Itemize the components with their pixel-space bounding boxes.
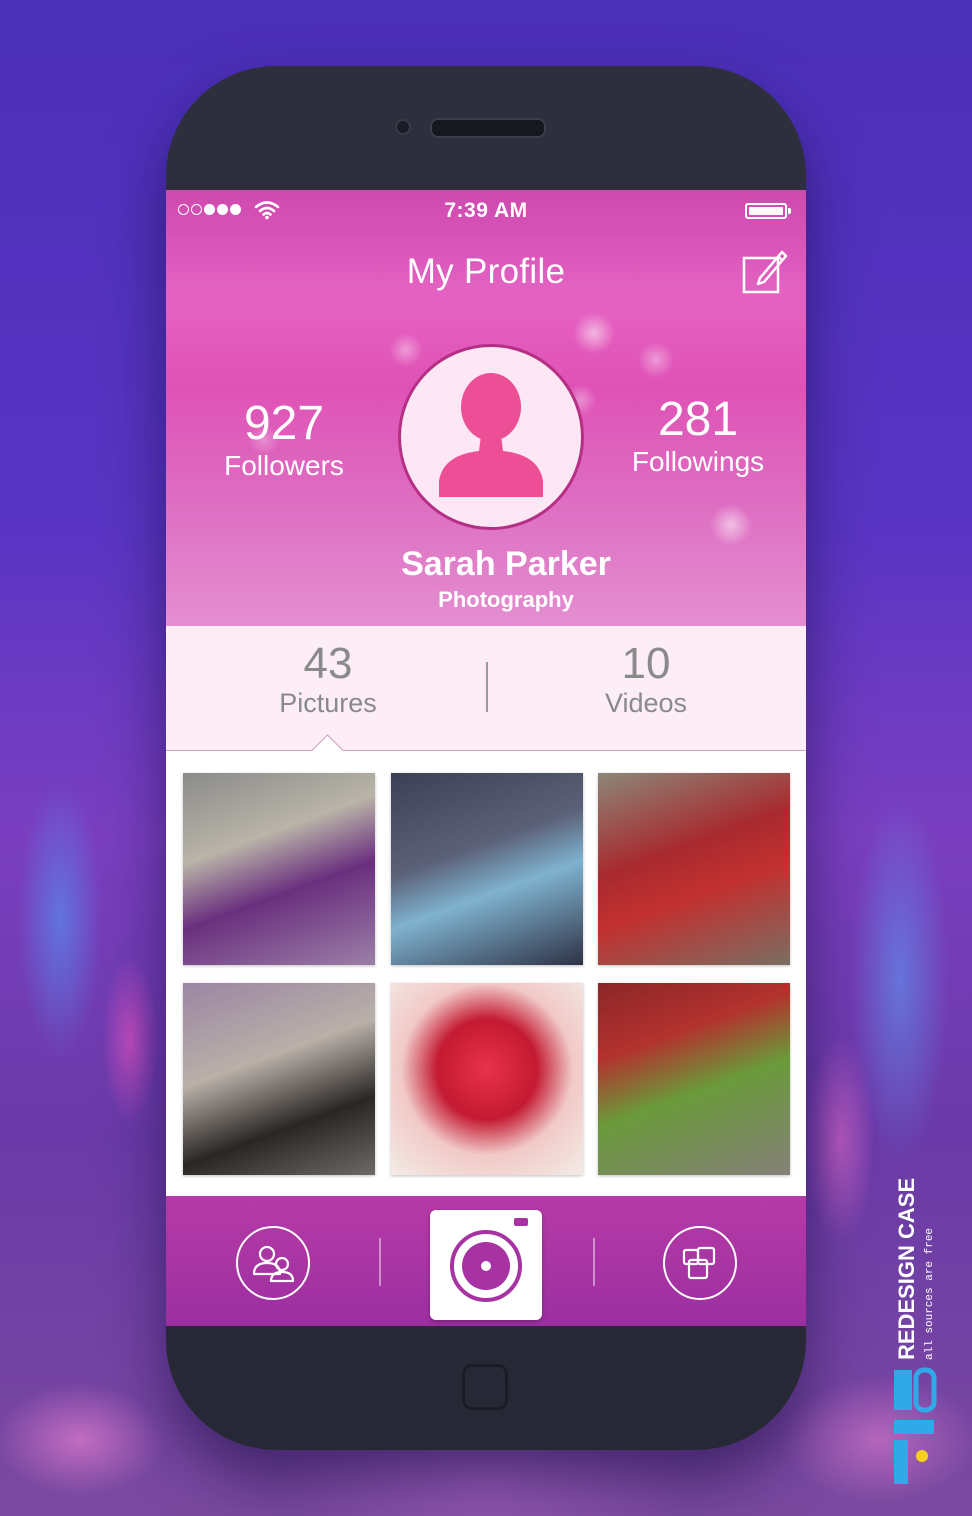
tab-videos[interactable]: 10 Videos bbox=[576, 642, 716, 719]
friends-icon bbox=[252, 1245, 295, 1283]
photo-grid bbox=[166, 751, 806, 1201]
earpiece-speaker bbox=[430, 118, 546, 138]
home-button[interactable] bbox=[462, 1364, 508, 1410]
svg-text:REDESIGN CASE: REDESIGN CASE bbox=[894, 1178, 919, 1360]
front-camera bbox=[395, 119, 411, 135]
profile-name: Sarah Parker bbox=[401, 545, 611, 583]
followings-stat[interactable]: 281 Followings bbox=[618, 396, 778, 478]
videos-count: 10 bbox=[621, 639, 671, 688]
friends-button[interactable] bbox=[236, 1226, 310, 1300]
videos-label: Videos bbox=[604, 688, 688, 718]
status-time: 7:39 AM bbox=[444, 199, 528, 222]
page-title: My Profile bbox=[406, 252, 566, 291]
app-screen: 7:39 AM My Profile 927 Followers 281 Fol… bbox=[166, 190, 806, 1326]
profile-header: 7:39 AM My Profile 927 Followers 281 Fol… bbox=[166, 190, 806, 626]
followers-count: 927 bbox=[243, 397, 325, 450]
media-tabs: 43 Pictures 10 Videos bbox=[166, 626, 806, 767]
battery-icon bbox=[745, 203, 791, 219]
status-bar: 7:39 AM bbox=[166, 190, 806, 230]
photo-thumbnail[interactable] bbox=[391, 773, 583, 965]
person-icon bbox=[439, 373, 543, 497]
photo-thumbnail[interactable] bbox=[598, 983, 790, 1175]
pictures-label: Pictures bbox=[279, 688, 377, 718]
tabbar-divider bbox=[593, 1238, 595, 1286]
pictures-count: 43 bbox=[303, 639, 353, 688]
svg-text:all sources are free: all sources are free bbox=[924, 1228, 936, 1360]
gallery-icon bbox=[682, 1246, 716, 1280]
camera-icon bbox=[450, 1218, 528, 1302]
followers-stat[interactable]: 927 Followers bbox=[214, 400, 354, 482]
profile-subtitle: Photography bbox=[438, 587, 574, 612]
redesign-case-logo: REDESIGN CASE all sources are free bbox=[894, 1178, 937, 1484]
camera-button[interactable] bbox=[430, 1210, 542, 1320]
tab-pictures[interactable]: 43 Pictures bbox=[258, 642, 398, 719]
followers-label: Followers bbox=[224, 450, 344, 481]
bottom-tab-bar bbox=[166, 1196, 806, 1326]
tabbar-divider bbox=[379, 1238, 381, 1286]
avatar[interactable] bbox=[398, 344, 584, 530]
tab-divider bbox=[486, 662, 488, 712]
followings-count: 281 bbox=[657, 393, 739, 446]
photo-thumbnail[interactable] bbox=[183, 773, 375, 965]
gallery-button[interactable] bbox=[663, 1226, 737, 1300]
photo-thumbnail[interactable] bbox=[598, 773, 790, 965]
followings-label: Followings bbox=[631, 446, 765, 477]
photo-thumbnail[interactable] bbox=[183, 983, 375, 1175]
photo-thumbnail[interactable] bbox=[391, 983, 583, 1175]
edit-profile-button[interactable] bbox=[742, 248, 788, 294]
phone-frame: 7:39 AM My Profile 927 Followers 281 Fol… bbox=[166, 66, 806, 1450]
